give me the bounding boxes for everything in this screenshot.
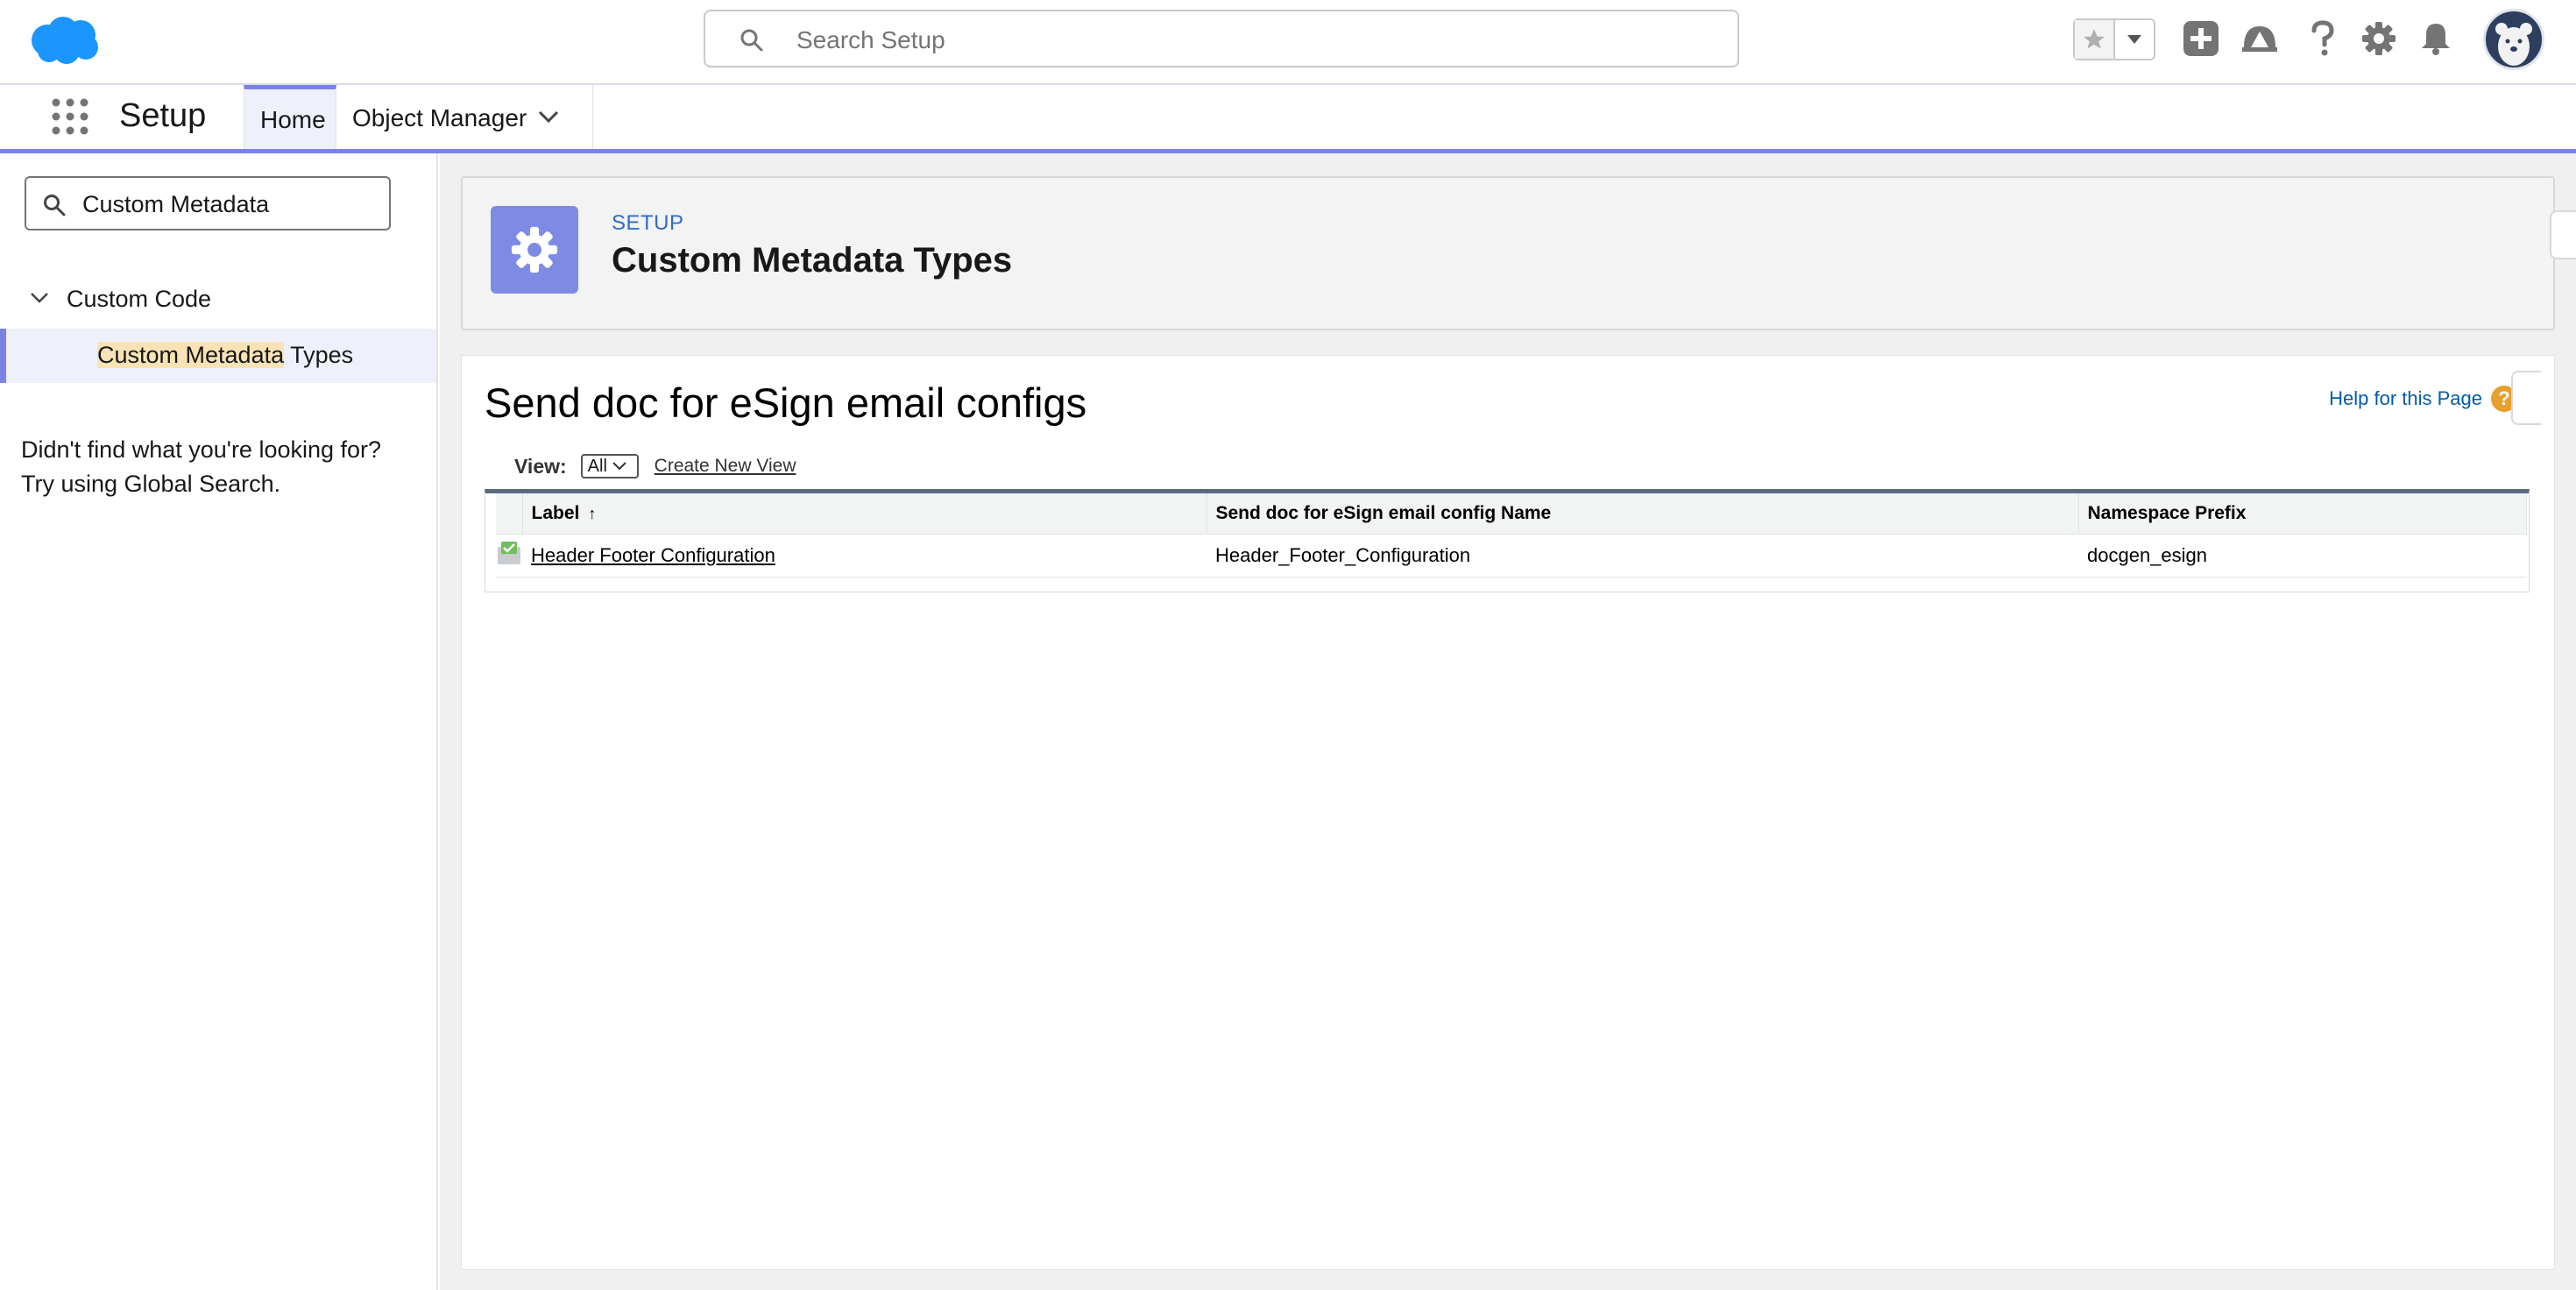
help-button[interactable]	[2302, 18, 2344, 60]
global-header: Search Setup	[0, 0, 2576, 85]
app-name: Setup	[119, 97, 207, 134]
setup-gear-button[interactable]	[2358, 18, 2400, 60]
star-icon	[2084, 29, 2105, 49]
tree-node-label: Custom Code	[67, 286, 212, 312]
column-header-config-name[interactable]: Send doc for eSign email config Name	[1207, 493, 2079, 535]
bear-avatar-icon	[2495, 23, 2532, 66]
column-header-namespace-prefix[interactable]: Namespace Prefix	[2078, 493, 2527, 535]
view-selector-row: View: All Create New View	[514, 454, 796, 478]
search-highlight: Custom Metadata	[97, 342, 285, 368]
waffle-icon	[52, 98, 88, 135]
setup-sidebar: Custom Metadata Custom Code Custom Metad…	[0, 153, 438, 1290]
quick-find-value: Custom Metadata	[82, 191, 270, 217]
search-placeholder: Search Setup	[796, 26, 945, 53]
gear-icon	[2362, 22, 2396, 55]
not-found-line-1: Didn't find what you're looking for?	[21, 436, 382, 463]
chevron-down-icon	[612, 462, 626, 471]
trailhead-icon	[2242, 26, 2277, 52]
question-icon	[2311, 20, 2334, 56]
tab-object-manager[interactable]: Object Manager	[337, 85, 593, 149]
tab-object-manager-label: Object Manager	[352, 104, 527, 131]
app-navigation-bar: Setup Home Object Manager	[0, 85, 2576, 153]
favorites-group	[2073, 18, 2155, 60]
search-icon	[740, 29, 763, 52]
table-row: Header Footer Configuration Header_Foote…	[496, 534, 2527, 578]
quick-find-input[interactable]: Custom Metadata	[25, 176, 391, 230]
favorites-dropdown-button[interactable]	[2115, 20, 2154, 59]
sort-ascending-icon: ↑	[588, 505, 597, 522]
tree-item-label-rest: Types	[284, 342, 354, 368]
chevron-down-icon[interactable]	[30, 290, 49, 306]
tree-node-custom-code[interactable]: Custom Code	[26, 283, 412, 318]
records-table: Label ↑ Send doc for eSign email config N…	[485, 489, 2530, 592]
column-header-label[interactable]: Label ↑	[522, 493, 1207, 535]
caret-down-icon	[2127, 35, 2141, 44]
setup-gear-badge-icon	[491, 206, 578, 294]
bell-icon	[2422, 24, 2450, 55]
panel-collapse-handle[interactable]	[2550, 210, 2576, 259]
user-avatar[interactable]	[2483, 9, 2544, 70]
page-eyebrow: SETUP	[612, 211, 684, 235]
gear-icon	[511, 226, 558, 273]
list-title: Send doc for eSign email configs	[485, 379, 1087, 426]
help-link-label: Help for this Page	[2329, 387, 2482, 409]
not-found-hint: Didn't find what you're looking for? Try…	[21, 433, 381, 501]
tree-item-label: Custom Metadata Types	[97, 342, 353, 369]
row-config-name-cell: Header_Footer_Configuration	[1207, 534, 2078, 578]
tab-home-label: Home	[260, 106, 326, 133]
row-label-cell: Header Footer Configuration	[522, 534, 1207, 578]
tree-item-custom-metadata-types[interactable]: Custom Metadata Types	[0, 329, 436, 383]
app-launcher-button[interactable]	[51, 97, 89, 136]
search-icon	[44, 195, 66, 216]
record-label-link[interactable]: Header Footer Configuration	[531, 544, 775, 566]
view-label: View:	[514, 454, 567, 478]
record-check-icon	[498, 542, 520, 564]
main-content: SETUP Custom Metadata Types Send doc for…	[440, 153, 2576, 1290]
list-view-panel: Send doc for eSign email configs Help fo…	[461, 355, 2555, 1270]
view-selected-value: All	[587, 456, 607, 476]
not-found-line-2: Try using Global Search.	[21, 471, 281, 497]
global-search-input[interactable]: Search Setup	[704, 10, 1739, 67]
panel-collapse-handle[interactable]	[2511, 371, 2541, 425]
trailhead-button[interactable]	[2239, 18, 2281, 60]
create-new-view-link[interactable]: Create New View	[655, 456, 796, 477]
help-for-page-link[interactable]: Help for this Page ?	[2329, 386, 2517, 412]
salesforce-logo-icon[interactable]	[28, 14, 102, 67]
tab-home[interactable]: Home	[244, 85, 336, 149]
page-title: Custom Metadata Types	[612, 241, 1013, 280]
page-header: SETUP Custom Metadata Types	[461, 176, 2555, 330]
chevron-down-icon[interactable]	[537, 108, 560, 125]
table-header-row: Label ↑ Send doc for eSign email config N…	[496, 493, 2527, 535]
view-select[interactable]: All	[580, 454, 639, 478]
row-namespace-cell: docgen_esign	[2078, 534, 2527, 578]
favorite-star-button[interactable]	[2075, 20, 2115, 59]
plus-icon	[2183, 21, 2219, 56]
notifications-button[interactable]	[2415, 18, 2457, 60]
global-actions-button[interactable]	[2180, 18, 2222, 60]
action-column-header	[496, 493, 523, 535]
row-action-cell[interactable]	[496, 534, 522, 578]
